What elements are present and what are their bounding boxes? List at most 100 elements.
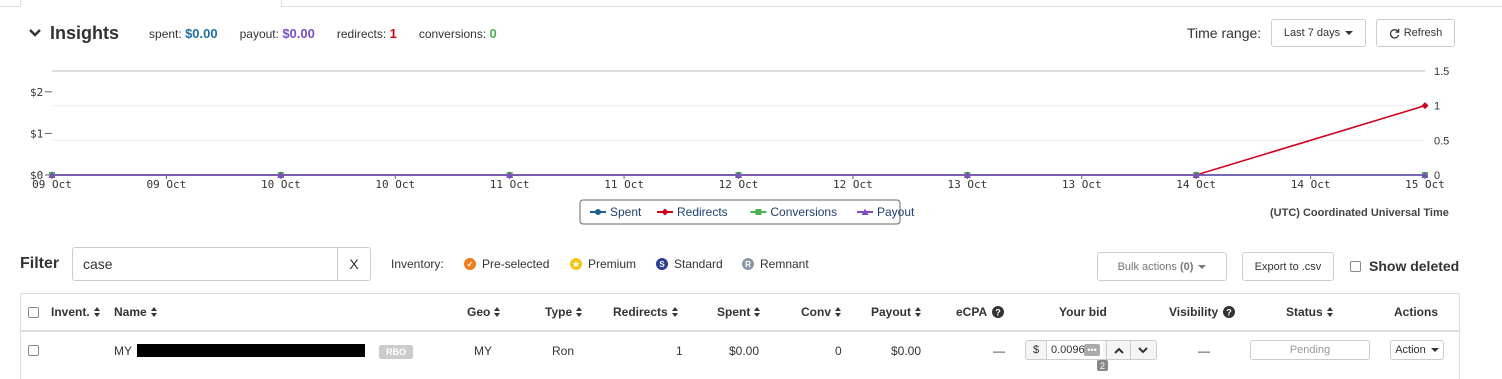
time-range-label: Time range: bbox=[1187, 25, 1262, 41]
svg-text:?: ? bbox=[1227, 308, 1233, 318]
x-axis-tick: 14 Oct bbox=[1291, 178, 1331, 191]
row-action-label: Action bbox=[1395, 344, 1426, 356]
x-axis-tick: 11 Oct bbox=[604, 178, 644, 191]
bid-increase-button[interactable] bbox=[1106, 341, 1131, 359]
help-icon[interactable]: ? bbox=[1223, 306, 1236, 318]
redacted-block bbox=[137, 344, 365, 357]
row-payout: $0.00 bbox=[891, 344, 922, 358]
col-visibility: Visibility ? bbox=[1169, 305, 1236, 319]
row-redirects: 1 bbox=[676, 344, 683, 358]
x-axis-tick: 10 Oct bbox=[375, 178, 415, 191]
x-axis-tick: 13 Oct bbox=[1062, 178, 1102, 191]
row-spent: $0.00 bbox=[729, 344, 760, 358]
stat-redirects: redirects: 1 bbox=[336, 25, 397, 41]
rbo-badge: RBO bbox=[379, 345, 413, 359]
col-your-bid: Your bid bbox=[1059, 305, 1107, 319]
legend-label-payout: Payout bbox=[877, 205, 915, 219]
stat-spent: spent: $0.00 bbox=[149, 25, 218, 41]
inventory-preselected[interactable]: ✓ Pre-selected bbox=[464, 257, 549, 271]
data-point-redirects bbox=[1421, 102, 1429, 110]
chevron-down-icon bbox=[1138, 346, 1148, 353]
time-range-dropdown[interactable]: Last 7 days bbox=[1271, 19, 1366, 47]
remnant-icon: R bbox=[742, 258, 754, 270]
row-visibility: — bbox=[1198, 344, 1210, 358]
sort-icon bbox=[576, 307, 583, 317]
show-deleted-toggle[interactable]: Show deleted bbox=[1350, 258, 1459, 274]
inventory-premium-label: Premium bbox=[588, 257, 637, 271]
right-axis-tick: 1.5 bbox=[1434, 66, 1449, 78]
status-badge: Pending bbox=[1250, 340, 1370, 360]
bid-input-group: $ 0.0096 ••• bbox=[1025, 340, 1157, 360]
svg-text:?: ? bbox=[995, 308, 1001, 318]
x-axis-tick: 09 Oct bbox=[32, 178, 72, 191]
row-name[interactable]: MY bbox=[114, 344, 132, 358]
col-invent[interactable]: Invent. bbox=[51, 305, 100, 319]
clear-filter-button[interactable]: X bbox=[337, 247, 371, 281]
row-checkbox[interactable] bbox=[28, 345, 39, 356]
inventory-remnant[interactable]: R Remnant bbox=[742, 257, 809, 271]
right-axis-tick: 1 bbox=[1434, 101, 1440, 113]
row-type: Ron bbox=[552, 344, 575, 358]
x-axis-tick: 09 Oct bbox=[147, 178, 187, 191]
col-redirects[interactable]: Redirects bbox=[613, 305, 678, 319]
time-range-value: Last 7 days bbox=[1283, 27, 1341, 39]
right-axis-tick: 0.5 bbox=[1434, 135, 1449, 147]
refresh-label: Refresh bbox=[1403, 27, 1443, 39]
show-deleted-checkbox[interactable] bbox=[1350, 260, 1361, 272]
row-geo: MY bbox=[474, 344, 492, 358]
tab-strip bbox=[0, 0, 1502, 7]
bid-decrease-button[interactable] bbox=[1130, 341, 1155, 359]
export-csv-button[interactable]: Export to .csv bbox=[1242, 252, 1334, 281]
select-all-checkbox[interactable] bbox=[28, 307, 39, 318]
col-status[interactable]: Status bbox=[1286, 305, 1333, 319]
inventory-premium[interactable]: ★ Premium bbox=[570, 257, 636, 271]
help-icon[interactable]: ? bbox=[992, 306, 1005, 318]
table-row: MY RBO MY Ron 1 $0.00 0 $0.00 — $ 0.0096… bbox=[21, 332, 1459, 371]
sort-icon bbox=[754, 307, 761, 317]
bid-currency: $ bbox=[1026, 341, 1047, 359]
caret-down-icon bbox=[1345, 31, 1354, 35]
sort-icon bbox=[915, 307, 922, 317]
chevron-up-icon bbox=[1114, 347, 1124, 354]
col-name[interactable]: Name bbox=[114, 305, 157, 319]
active-tab[interactable] bbox=[20, 0, 282, 7]
campaign-table: Invent. Name Geo Type Redirects Spent Co… bbox=[20, 293, 1460, 379]
caret-down-icon bbox=[1430, 348, 1439, 352]
x-axis-tick: 12 Oct bbox=[833, 178, 873, 191]
col-payout[interactable]: Payout bbox=[871, 305, 922, 319]
col-type[interactable]: Type bbox=[545, 305, 583, 319]
filter-input[interactable] bbox=[72, 247, 338, 281]
inventory-label: Inventory: bbox=[391, 257, 444, 271]
bid-more-icon[interactable]: ••• bbox=[1084, 344, 1100, 356]
inventory-remnant-label: Remnant bbox=[760, 257, 809, 271]
legend-marker bbox=[595, 209, 601, 215]
standard-icon: S bbox=[656, 258, 668, 270]
col-spent[interactable]: Spent bbox=[717, 305, 761, 319]
bulk-actions-dropdown[interactable]: Bulk actions (0) bbox=[1097, 252, 1227, 281]
legend-label-spent: Spent bbox=[610, 205, 642, 219]
legend-label-redirects: Redirects bbox=[677, 205, 728, 219]
row-conv: 0 bbox=[835, 344, 842, 358]
refresh-icon bbox=[1389, 28, 1400, 39]
x-axis-tick: 15 Oct bbox=[1405, 178, 1445, 191]
sort-icon bbox=[494, 307, 501, 317]
filter-label: Filter bbox=[20, 255, 60, 272]
inventory-standard[interactable]: S Standard bbox=[656, 257, 723, 271]
show-deleted-label: Show deleted bbox=[1369, 258, 1460, 274]
insights-header: Insights spent: $0.00 payout: $0.00 redi… bbox=[28, 20, 519, 46]
col-actions: Actions bbox=[1394, 305, 1439, 319]
chevron-down-icon[interactable] bbox=[28, 26, 42, 40]
stat-conversions: conversions: 0 bbox=[418, 25, 497, 41]
col-ecpa: eCPA ? bbox=[956, 305, 1005, 319]
export-label: Export to .csv bbox=[1254, 260, 1322, 273]
bulk-count: (0) bbox=[1179, 260, 1194, 273]
bid-position-badge: 2 bbox=[1097, 360, 1108, 371]
row-ecpa: — bbox=[993, 344, 1005, 358]
preselected-icon: ✓ bbox=[464, 258, 476, 270]
row-action-dropdown[interactable]: Action bbox=[1390, 340, 1444, 360]
col-conv[interactable]: Conv bbox=[801, 305, 841, 319]
col-geo[interactable]: Geo bbox=[467, 305, 501, 319]
legend-label-conversions: Conversions bbox=[770, 205, 837, 219]
premium-star-icon: ★ bbox=[570, 258, 582, 270]
refresh-button[interactable]: Refresh bbox=[1376, 19, 1455, 47]
